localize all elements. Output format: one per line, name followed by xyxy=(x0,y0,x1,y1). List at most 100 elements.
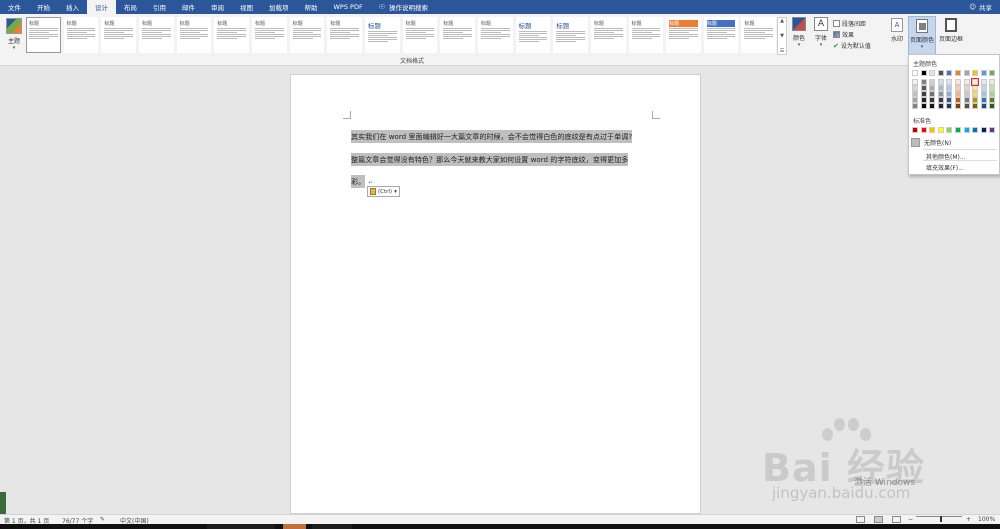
zoom-slider[interactable] xyxy=(916,516,962,517)
tab-2[interactable]: 插入 xyxy=(58,0,87,14)
theme-color-swatch[interactable] xyxy=(929,70,936,76)
ribbon-tab-bar: 文件 开始 插入 设计 布局 引用 邮件 审阅 视图 加载项 帮助 WPS PDF ☉ 操作说明搜索 xyxy=(0,0,1000,14)
themes-button[interactable]: 主题 ▾ xyxy=(4,18,24,62)
theme-color-swatch[interactable] xyxy=(963,103,970,109)
theme-color-swatch[interactable] xyxy=(920,70,927,76)
theme-color-swatch[interactable] xyxy=(912,103,918,109)
zoom-slider-thumb[interactable] xyxy=(940,516,942,522)
theme-color-swatch[interactable] xyxy=(963,70,970,76)
zoom-out-button[interactable]: − xyxy=(908,516,913,523)
theme-color-swatch[interactable] xyxy=(937,70,944,76)
theme-color-swatch[interactable] xyxy=(946,103,953,109)
theme-color-swatch[interactable] xyxy=(937,103,944,109)
standard-color-swatch[interactable] xyxy=(989,127,996,133)
theme-color-swatch[interactable] xyxy=(955,103,961,109)
theme-color-swatch[interactable] xyxy=(980,70,987,76)
taskbar-item[interactable] xyxy=(312,524,352,529)
style-set-thumbnail[interactable]: 标题 xyxy=(440,17,475,53)
theme-color-swatch[interactable] xyxy=(920,103,927,109)
style-set-title: 标题 xyxy=(744,21,755,27)
standard-color-swatch[interactable] xyxy=(929,127,936,133)
theme-color-swatch[interactable] xyxy=(989,103,996,109)
tab-7[interactable]: 审阅 xyxy=(203,0,232,14)
style-set-thumbnail[interactable]: 标题 xyxy=(63,17,99,53)
style-set-thumbnail[interactable]: 标题 xyxy=(703,17,739,53)
style-set-thumbnail[interactable]: 标题 xyxy=(364,17,400,53)
style-set-thumbnail[interactable]: 标题 xyxy=(402,17,438,53)
tab-11[interactable]: WPS PDF xyxy=(326,0,371,14)
theme-color-swatch[interactable] xyxy=(955,70,961,76)
text-preview-line xyxy=(254,36,284,37)
style-set-thumbnail[interactable]: 标题 xyxy=(214,17,249,53)
style-set-thumbnail[interactable]: 标题 xyxy=(477,17,513,53)
zoom-level[interactable]: 100% xyxy=(978,516,995,523)
style-set-thumbnail[interactable]: 标题 xyxy=(666,17,701,53)
colors-button[interactable]: 颜色 ▾ xyxy=(790,17,808,57)
standard-color-swatch[interactable] xyxy=(920,127,927,133)
taskbar-item[interactable] xyxy=(207,524,275,529)
tab-4[interactable]: 布局 xyxy=(116,0,145,14)
tell-me-search[interactable]: ☉ 操作说明搜索 xyxy=(371,0,436,14)
text-preview-line xyxy=(744,32,765,33)
document-line-2[interactable]: 整篇文章会觉得没有特色？那么今天就来教大家如何设置 word 的字符底纹，变得更… xyxy=(351,153,629,166)
theme-color-swatch[interactable] xyxy=(980,103,987,109)
gallery-scroll[interactable]: ▲ ▼ ☰ xyxy=(777,17,787,55)
standard-color-swatch[interactable] xyxy=(972,127,979,133)
tab-5[interactable]: 引用 xyxy=(145,0,174,14)
text-preview-line xyxy=(593,34,623,35)
tab-0[interactable]: 文件 xyxy=(0,0,29,14)
share-button[interactable]: ☺ 共享 xyxy=(969,0,992,14)
theme-color-swatch[interactable] xyxy=(912,70,918,76)
style-set-title: 标题 xyxy=(518,22,532,30)
style-set-thumbnail[interactable]: 标题 xyxy=(26,17,61,53)
page-color-icon xyxy=(916,19,928,33)
standard-color-swatch[interactable] xyxy=(937,127,944,133)
style-set-thumbnail[interactable]: 标题 xyxy=(176,17,212,53)
taskbar-item[interactable] xyxy=(283,524,306,529)
standard-color-swatch[interactable] xyxy=(946,127,953,133)
status-bar: 第 1 页，共 1 页 76/77 个字 ✎ 中文(中国) − + 100% xyxy=(0,514,1000,525)
standard-color-swatch[interactable] xyxy=(963,127,970,133)
theme-color-swatch[interactable] xyxy=(989,70,996,76)
paste-options-button[interactable]: (Ctrl) ▾ xyxy=(367,186,400,197)
theme-color-swatch[interactable] xyxy=(929,103,936,109)
style-set-thumbnail[interactable]: 标题 xyxy=(590,17,626,53)
tab-10[interactable]: 帮助 xyxy=(297,0,326,14)
proofing-icon[interactable]: ✎ xyxy=(100,516,105,523)
text-preview-line xyxy=(179,34,209,35)
zoom-in-button[interactable]: + xyxy=(966,516,971,523)
tab-6[interactable]: 邮件 xyxy=(174,0,203,14)
standard-color-swatch[interactable] xyxy=(955,127,961,133)
set-as-default-button[interactable]: ✔ 设为默认值 xyxy=(833,40,883,51)
style-set-thumbnail[interactable]: 标题 xyxy=(515,17,551,53)
style-set-thumbnail[interactable]: 标题 xyxy=(289,17,325,53)
text-preview-line xyxy=(631,32,652,33)
style-set-thumbnail[interactable]: 标题 xyxy=(628,17,664,53)
standard-color-swatch[interactable] xyxy=(912,127,918,133)
theme-color-swatch[interactable] xyxy=(972,103,979,109)
style-set-thumbnail[interactable]: 标题 xyxy=(553,17,588,53)
theme-color-swatch[interactable] xyxy=(946,70,953,76)
style-set-thumbnail[interactable]: 标题 xyxy=(251,17,287,53)
tab-9[interactable]: 加载项 xyxy=(261,0,297,14)
tab-8[interactable]: 视图 xyxy=(232,0,261,14)
tab-3[interactable]: 设计 xyxy=(87,0,116,14)
page-borders-button[interactable]: 页面边框 xyxy=(938,18,964,58)
no-color-option[interactable]: 无颜色(N) xyxy=(911,137,999,147)
style-set-thumbnail[interactable]: 标题 xyxy=(101,17,136,53)
standard-color-swatch[interactable] xyxy=(980,127,987,133)
text-preview-line xyxy=(330,30,359,31)
fill-effects-option[interactable]: 填充效果(F)... xyxy=(926,163,964,172)
paragraph-spacing-button[interactable]: 段落间距 xyxy=(833,18,883,29)
style-set-thumbnail[interactable]: 标题 xyxy=(327,17,362,53)
style-set-thumbnail[interactable]: 标题 xyxy=(741,17,777,53)
effects-button[interactable]: 效果 xyxy=(833,29,883,40)
document-page[interactable]: 其实我们在 word 里面编辑好一大篇文章的时候，会不会觉得白色的底纹是有点过于… xyxy=(290,74,701,514)
fonts-button[interactable]: A 字体 ▾ xyxy=(812,17,830,57)
tab-1[interactable]: 开始 xyxy=(29,0,58,14)
text-preview-line xyxy=(292,38,313,39)
document-line-1[interactable]: 其实我们在 word 里面编辑好一大篇文章的时候，会不会觉得白色的底纹是有点过于… xyxy=(351,130,633,143)
watermark-button[interactable]: A 水印 xyxy=(888,18,906,58)
theme-color-swatch[interactable] xyxy=(972,70,979,76)
style-set-thumbnail[interactable]: 标题 xyxy=(138,17,174,53)
